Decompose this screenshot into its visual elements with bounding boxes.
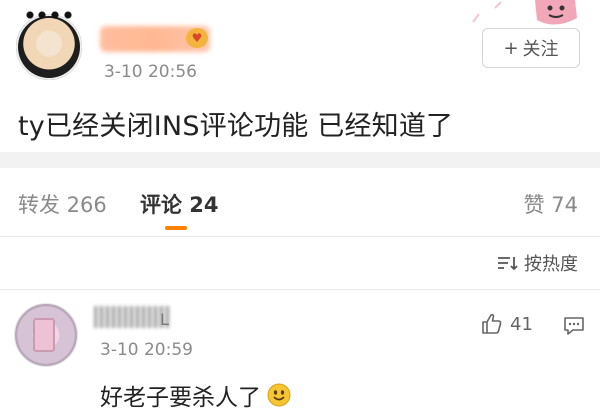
section-gap xyxy=(0,152,600,168)
comment-like-count: 41 xyxy=(510,313,533,335)
sort-label: 按热度 xyxy=(524,254,578,275)
follow-label: 关注 xyxy=(522,39,559,60)
thumbs-up-icon xyxy=(482,313,502,334)
tab-comments[interactable]: 评论 24 xyxy=(140,189,219,219)
commenter-avatar[interactable] xyxy=(14,303,78,367)
plus-icon: + xyxy=(503,37,519,59)
sort-by-hot-button[interactable]: 按热度 xyxy=(496,250,578,276)
vip-badge-icon: ♥ xyxy=(186,28,208,48)
divider xyxy=(0,289,600,290)
tab-repost[interactable]: 转发 266 xyxy=(18,189,107,219)
commenter-name-visible: L xyxy=(160,310,169,329)
commenter-name-blurred[interactable] xyxy=(94,306,170,328)
comment-body: 好老子要杀人了 xyxy=(100,378,291,412)
active-tab-indicator xyxy=(165,226,187,230)
tab-likes[interactable]: 赞 74 xyxy=(524,189,578,219)
sort-icon xyxy=(498,257,518,271)
comment-icon[interactable] xyxy=(562,314,586,338)
post-timestamp: 3-10 20:56 xyxy=(104,62,197,82)
divider xyxy=(0,236,600,237)
post-body: ty已经关闭INS评论功能 已经知道了 xyxy=(18,111,454,142)
comment-text: 好老子要杀人了 xyxy=(100,385,261,411)
smiley-emoji xyxy=(267,383,291,407)
comment-timestamp: 3-10 20:59 xyxy=(100,340,193,360)
comment-like-button[interactable]: 41 xyxy=(480,312,533,336)
cartoon-sticker xyxy=(472,0,577,25)
author-avatar[interactable] xyxy=(16,8,82,80)
follow-button[interactable]: + 关注 xyxy=(482,28,580,68)
